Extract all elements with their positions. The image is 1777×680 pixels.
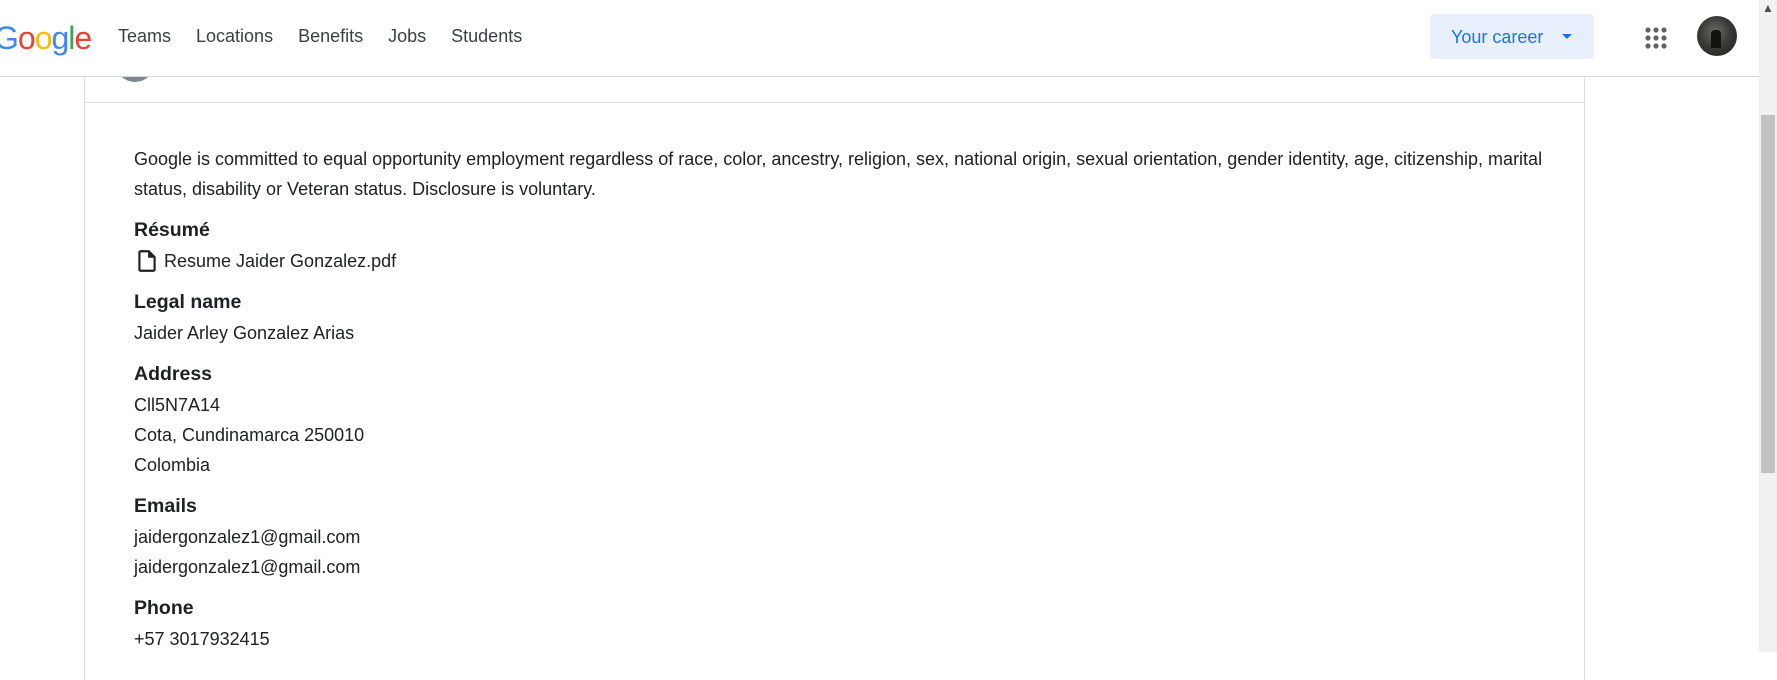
resume-file-name: Resume Jaider Gonzalez.pdf	[164, 251, 397, 271]
resume-section: Résumé Resume Jaider Gonzalez.pdf	[134, 217, 1544, 276]
eeo-disclaimer: Google is committed to equal opportunity…	[134, 149, 1543, 199]
application-review-content: Google is committed to equal opportunity…	[134, 144, 1544, 654]
top-header: Google Teams Locations Benefits Jobs Stu…	[0, 0, 1759, 77]
phone-section: Phone +57 3017932415	[134, 595, 1544, 654]
resume-title: Résumé	[134, 219, 210, 241]
card-divider	[84, 102, 1585, 103]
user-avatar[interactable]	[1697, 16, 1737, 56]
your-career-label: Your career	[1451, 26, 1544, 47]
legal-name-title: Legal name	[134, 291, 242, 313]
logo-letter: o	[34, 20, 53, 56]
resume-file-link[interactable]: Resume Jaider Gonzalez.pdf	[134, 246, 1544, 276]
email-value-1: jaidergonzalez1@gmail.com	[134, 527, 361, 547]
document-icon	[138, 250, 156, 272]
legal-name-value: Jaider Arley Gonzalez Arias	[134, 323, 355, 343]
scroll-up-arrow-icon[interactable]: ▲	[1761, 2, 1775, 14]
nav-item-jobs[interactable]: Jobs	[388, 24, 426, 48]
nav-item-locations[interactable]: Locations	[196, 24, 273, 48]
logo-letter: e	[74, 20, 92, 56]
google-logo[interactable]: Google	[0, 18, 92, 58]
email-value-2: jaidergonzalez1@gmail.com	[134, 557, 361, 577]
address-section: Address Cll5N7A14 Cota, Cundinamarca 250…	[134, 361, 1544, 480]
nav-item-benefits[interactable]: Benefits	[298, 24, 363, 48]
phone-title: Phone	[134, 597, 194, 619]
nav-item-students[interactable]: Students	[451, 24, 522, 48]
caret-down-icon	[1562, 34, 1572, 39]
apps-grid-icon[interactable]	[1645, 27, 1667, 49]
your-career-button[interactable]: Your career	[1430, 14, 1594, 59]
emails-section: Emails jaidergonzalez1@gmail.com jaiderg…	[134, 493, 1544, 582]
logo-letter: o	[17, 20, 36, 56]
logo-letter: g	[51, 20, 69, 56]
phone-value: +57 3017932415	[134, 629, 270, 649]
address-title: Address	[134, 363, 213, 385]
scrollbar-thumb[interactable]	[1761, 115, 1775, 473]
logo-letter: G	[0, 20, 19, 56]
legal-name-section: Legal name Jaider Arley Gonzalez Arias	[134, 289, 1544, 348]
emails-title: Emails	[134, 495, 197, 517]
address-line-1: Cll5N7A14	[134, 395, 221, 415]
address-line-3: Colombia	[134, 455, 211, 475]
nav-item-teams[interactable]: Teams	[118, 24, 171, 48]
main-nav: Teams Locations Benefits Jobs Students	[118, 24, 547, 48]
address-line-2: Cota, Cundinamarca 250010	[134, 425, 365, 445]
